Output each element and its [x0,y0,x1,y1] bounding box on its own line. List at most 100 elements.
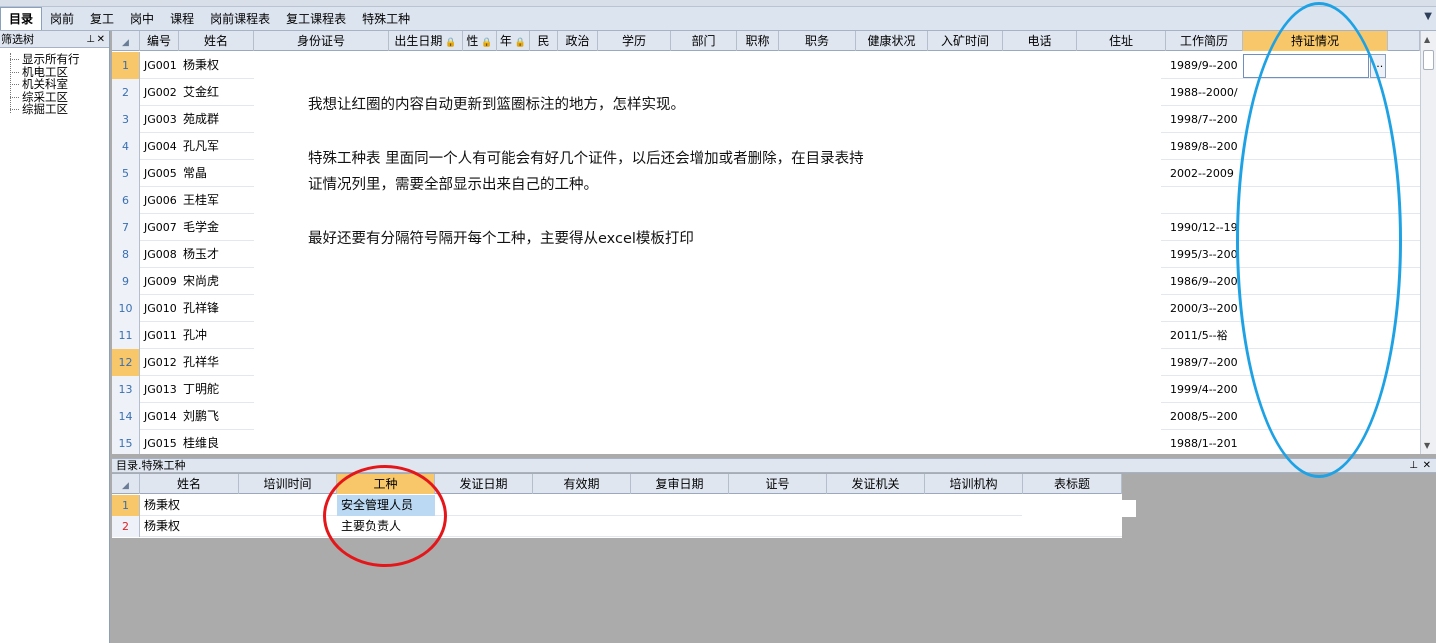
row-number[interactable]: 15 [112,430,140,454]
tab-on-job[interactable]: 岗中 [122,8,162,30]
cell-work-history[interactable]: 1999/4--200 [1166,376,1243,403]
col-age[interactable]: 年 🔒 [497,31,530,51]
cell-name[interactable]: 桂维良 [179,430,254,454]
cell-name[interactable]: 宋尚虎 [179,268,254,295]
col-title[interactable]: 职称 [737,31,779,51]
tree-item-show-all[interactable]: 显示所有行 [0,53,109,66]
subcol-table-title[interactable]: 表标题 [1023,474,1122,494]
col-address[interactable]: 住址 [1077,31,1166,51]
row-number[interactable]: 11 [112,322,140,349]
subcol-name[interactable]: 姓名 [140,474,239,494]
subcol-validity[interactable]: 有效期 [533,474,631,494]
tab-courses[interactable]: 课程 [162,8,202,30]
cell-id[interactable]: JG001 [140,52,179,79]
scroll-down-icon[interactable]: ▼ [1424,441,1430,450]
col-phone[interactable]: 电话 [1003,31,1077,51]
close-icon[interactable]: ✕ [97,31,105,48]
cell-id[interactable]: JG004 [140,133,179,160]
cell-name[interactable]: 杨玉才 [179,241,254,268]
select-all-corner[interactable]: ◢ [112,31,140,51]
subcell-name[interactable]: 杨秉权 [140,495,239,516]
cell-work-history[interactable]: 2008/5--200 [1166,403,1243,430]
table-row[interactable]: 1 杨秉权 安全管理人员 [112,495,1122,516]
col-ethnicity[interactable]: 民 [530,31,558,51]
scroll-thumb[interactable] [1423,50,1434,70]
cell-work-history[interactable]: 2000/3--200 [1166,295,1243,322]
select-all-corner[interactable]: ◢ [112,474,140,494]
col-health[interactable]: 健康状况 [856,31,928,51]
row-number[interactable]: 14 [112,403,140,430]
cell-name[interactable]: 苑成群 [179,106,254,133]
cell-name[interactable]: 丁明舵 [179,376,254,403]
cell-name[interactable]: 孔祥华 [179,349,254,376]
pin-icon[interactable]: ⊥ [86,31,95,48]
cell-work-history[interactable]: 1989/8--200 [1166,133,1243,160]
cell-work-history[interactable]: 1995/3--200 [1166,241,1243,268]
row-number[interactable]: 7 [112,214,140,241]
cell-name[interactable]: 常晶 [179,160,254,187]
row-number[interactable]: 1 [112,495,140,516]
row-number[interactable]: 9 [112,268,140,295]
cell-work-history[interactable]: 2002--2009 [1166,160,1243,187]
cell-work-history[interactable]: 1990/12--19 [1166,214,1243,241]
row-number[interactable]: 5 [112,160,140,187]
cell-id[interactable]: JG007 [140,214,179,241]
subcol-training-time[interactable]: 培训时间 [239,474,337,494]
table-row[interactable]: 2 杨秉权 主要负责人 [112,516,1122,537]
subcol-cert-no[interactable]: 证号 [729,474,827,494]
cell-work-history[interactable]: 1998/7--200 [1166,106,1243,133]
tab-catalog[interactable]: 目录 [0,7,43,30]
pin-icon[interactable]: ⊥ [1409,459,1418,472]
cell-name[interactable]: 孔冲 [179,322,254,349]
vertical-scrollbar[interactable]: ▲ ▼ [1420,31,1436,454]
cell-id[interactable]: JG005 [140,160,179,187]
col-join-date[interactable]: 入矿时间 [928,31,1003,51]
row-number[interactable]: 6 [112,187,140,214]
row-number[interactable]: 4 [112,133,140,160]
table-title-cell[interactable] [1022,500,1136,517]
chevron-down-icon[interactable]: ▼ [1424,11,1432,22]
col-politics[interactable]: 政治 [558,31,598,51]
col-work-history[interactable]: 工作简历 [1166,31,1243,51]
col-position[interactable]: 职务 [779,31,856,51]
close-icon[interactable]: ✕ [1423,459,1431,472]
subcol-training-org[interactable]: 培训机构 [925,474,1023,494]
row-number[interactable]: 13 [112,376,140,403]
row-number[interactable]: 10 [112,295,140,322]
row-number[interactable]: 8 [112,241,140,268]
row-number[interactable]: 2 [112,516,140,537]
tab-special-work[interactable]: 特殊工种 [354,8,418,30]
tree-item-office[interactable]: 机关科室 [0,78,109,91]
row-number[interactable]: 12 [112,349,140,376]
tree-item-tunneling[interactable]: 综掘工区 [0,103,109,116]
cell-work-history[interactable]: 1988/1--201 [1166,430,1243,454]
col-id-card[interactable]: 身份证号 [254,31,389,51]
cell-work-history[interactable]: 1989/7--200 [1166,349,1243,376]
cell-id[interactable]: JG008 [140,241,179,268]
col-birth-date[interactable]: 出生日期 🔒 [389,31,463,51]
cell-work-history[interactable] [1166,187,1243,214]
cell-id[interactable]: JG003 [140,106,179,133]
cell-id[interactable]: JG013 [140,376,179,403]
cell-name[interactable]: 王桂军 [179,187,254,214]
cell-id[interactable]: JG015 [140,430,179,454]
col-gender[interactable]: 性 🔒 [463,31,497,51]
tab-pre-job-schedule[interactable]: 岗前课程表 [202,8,278,30]
col-name[interactable]: 姓名 [179,31,254,51]
cell-id[interactable]: JG011 [140,322,179,349]
cell-id[interactable]: JG009 [140,268,179,295]
cell-id[interactable]: JG006 [140,187,179,214]
cell-name[interactable]: 艾金红 [179,79,254,106]
row-number[interactable]: 3 [112,106,140,133]
subcell-name[interactable]: 杨秉权 [140,516,239,537]
cell-name[interactable]: 孔祥锋 [179,295,254,322]
cell-name[interactable]: 刘鹏飞 [179,403,254,430]
cell-name[interactable]: 毛学金 [179,214,254,241]
cell-work-history[interactable]: 1989/9--200 [1166,52,1243,79]
cell-work-history[interactable]: 1988--2000/ [1166,79,1243,106]
col-education[interactable]: 学历 [598,31,671,51]
cell-name[interactable]: 杨秉权 [179,52,254,79]
cell-name[interactable]: 孔凡军 [179,133,254,160]
col-department[interactable]: 部门 [671,31,737,51]
subcol-issuer[interactable]: 发证机关 [827,474,925,494]
